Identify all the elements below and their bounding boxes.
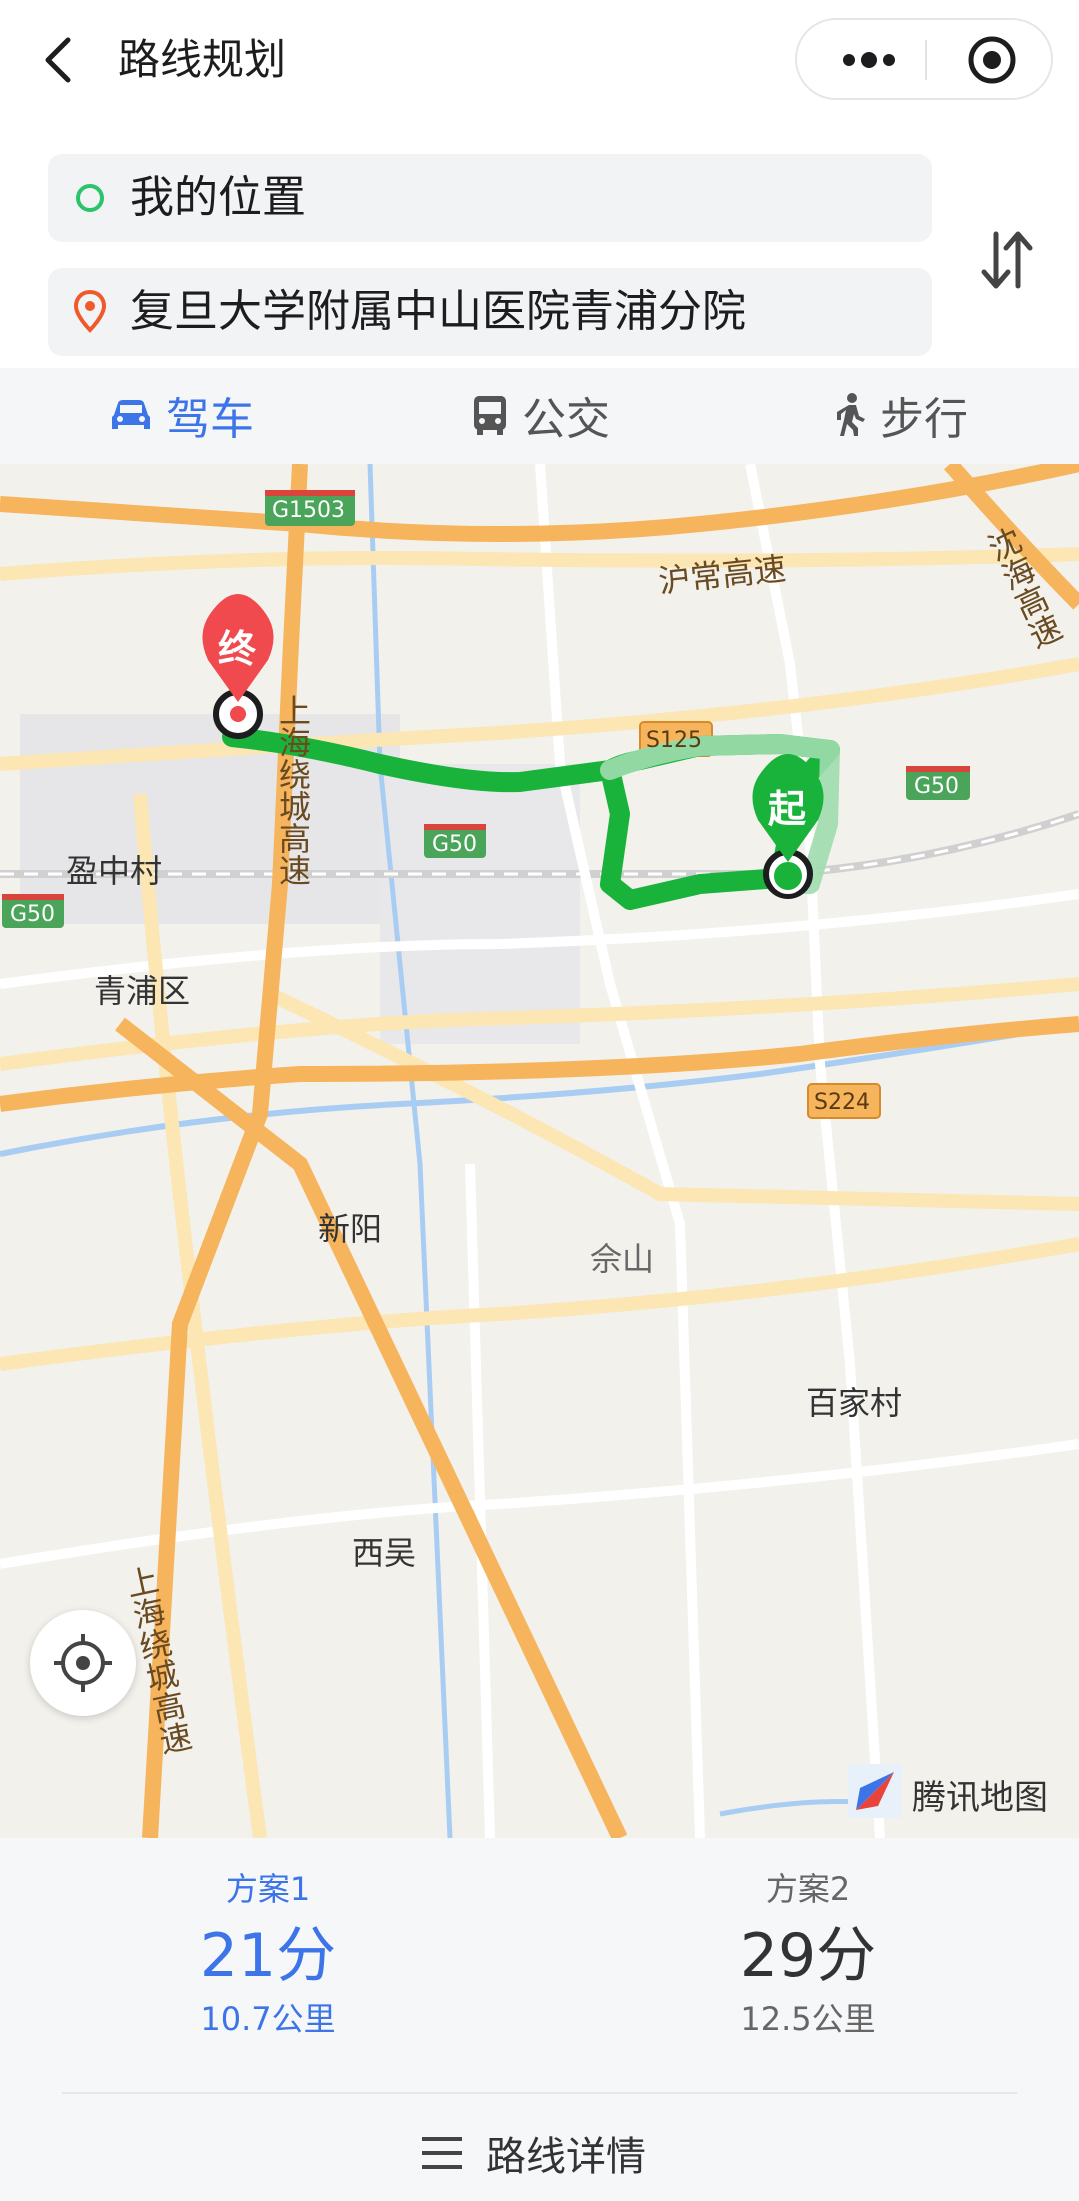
tab-walk[interactable]: 步行 [832, 382, 968, 448]
shield-g1503: G1503 [272, 498, 346, 523]
start-field-text: 我的位置 [130, 172, 306, 223]
travel-mode-tabs: 驾车 公交 步行 [0, 368, 1079, 464]
place-label: 佘山 [590, 1240, 655, 1278]
place-label: 青浦区 [94, 972, 191, 1010]
locate-crosshair-icon [54, 1634, 112, 1692]
plan-1-distance: 10.7公里 [200, 2000, 336, 2038]
bus-icon [474, 396, 506, 435]
place-label: 盈中村 [66, 852, 163, 890]
urban-area [380, 764, 580, 1044]
plan-2-name: 方案2 [765, 1870, 851, 1908]
tab-drive[interactable]: 驾车 [108, 382, 254, 448]
route-details-button[interactable]: 路线详情 [420, 2118, 646, 2188]
close-target-button[interactable] [947, 30, 1037, 90]
page-title: 路线规划 [118, 35, 287, 84]
walk-icon [837, 393, 865, 436]
shield-s224: S224 [814, 1090, 870, 1115]
more-button[interactable] [817, 30, 917, 90]
place-label: 西吴 [352, 1534, 417, 1572]
mini-program-capsule [795, 18, 1053, 100]
location-pin-icon [73, 289, 107, 333]
place-label: 新阳 [318, 1210, 383, 1248]
route-plans: 方案1 21分 10.7公里 方案2 29分 12.5公里 路线详情 [0, 1838, 1079, 2201]
plan-1-time: 21分 [199, 1921, 337, 1991]
map-logo: 腾讯地图 [848, 1764, 1048, 1824]
start-circle-icon [76, 184, 104, 212]
tab-bus[interactable]: 公交 [470, 382, 610, 448]
destination-field[interactable]: 复旦大学附属中山医院青浦分院 [48, 268, 932, 356]
nav-bar: 路线规划 [0, 0, 1079, 120]
shield-g50: G50 [432, 832, 478, 857]
route-inputs: 我的位置 复旦大学附属中山医院青浦分院 [0, 120, 1079, 368]
swap-arrows-icon [981, 231, 1033, 289]
end-marker-label: 终 [218, 627, 257, 671]
swap-button[interactable] [972, 220, 1042, 300]
start-field[interactable]: 我的位置 [48, 154, 932, 242]
tab-drive-label: 驾车 [166, 394, 254, 445]
plan-1[interactable]: 方案1 21分 10.7公里 [78, 1866, 458, 2042]
route-details-label: 路线详情 [486, 2134, 646, 2180]
tab-walk-label: 步行 [880, 394, 968, 445]
car-icon [112, 400, 150, 429]
shield-g50: G50 [914, 774, 960, 799]
locate-button[interactable] [30, 1610, 136, 1716]
shield-s125: S125 [646, 728, 702, 753]
plan-2-time: 29分 [739, 1921, 877, 1991]
list-icon [422, 2137, 462, 2169]
target-icon [968, 36, 1016, 84]
road-label: 上海绕城高速 [274, 694, 312, 886]
plan-2[interactable]: 方案2 29分 12.5公里 [618, 1866, 998, 2042]
more-dots-icon [843, 52, 895, 68]
map-view[interactable]: G1503 S125 G50 G50 G50 S224 沪常高速 沈海高速 上海… [0, 464, 1079, 1838]
divider [62, 2092, 1017, 2094]
place-label: 百家村 [806, 1384, 903, 1422]
tab-bus-label: 公交 [522, 394, 610, 445]
plan-1-name: 方案1 [225, 1870, 311, 1908]
river [367, 464, 453, 1838]
destination-field-text: 复旦大学附属中山医院青浦分院 [130, 286, 746, 337]
river [719, 1799, 861, 1817]
chevron-left-icon [45, 37, 71, 83]
shield-g50: G50 [10, 902, 56, 927]
plan-2-distance: 12.5公里 [740, 2000, 876, 2038]
map-logo-text: 腾讯地图 [912, 1777, 1048, 1818]
start-marker-label: 起 [768, 787, 807, 831]
back-button[interactable] [30, 28, 90, 92]
capsule-divider [925, 40, 927, 80]
